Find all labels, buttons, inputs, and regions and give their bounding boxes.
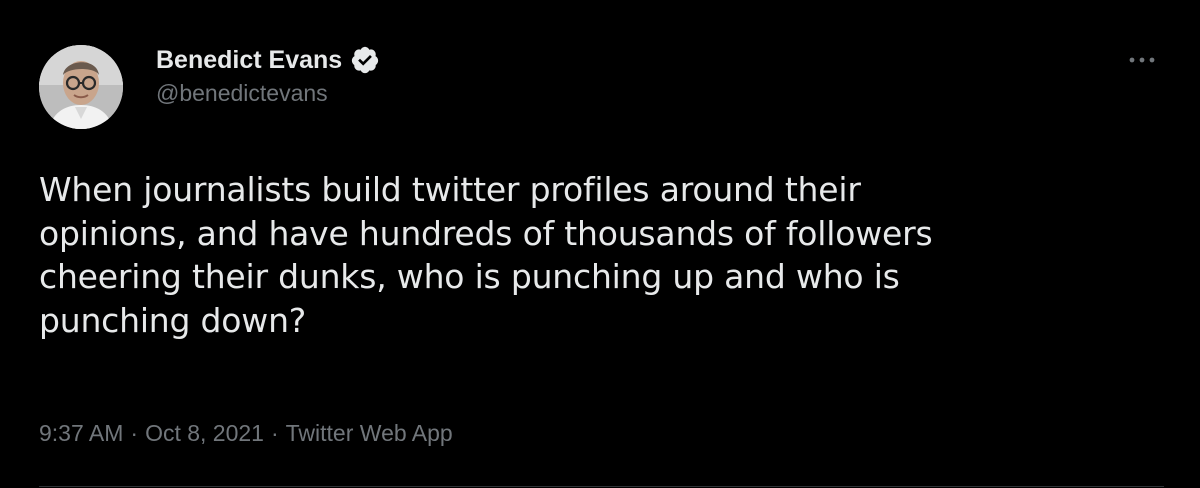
tweet-time[interactable]: 9:37 AM — [39, 420, 123, 447]
meta-separator: · — [130, 420, 139, 446]
avatar-photo — [39, 45, 123, 129]
display-name[interactable]: Benedict Evans — [156, 46, 342, 75]
tweet-date[interactable]: Oct 8, 2021 — [145, 420, 264, 447]
tweet-text: When journalists build twitter profiles … — [39, 170, 933, 340]
avatar[interactable] — [39, 45, 123, 129]
name-row: Benedict Evans — [156, 43, 380, 77]
verified-badge-icon — [350, 45, 380, 75]
tweet-metadata: 9:37 AM · Oct 8, 2021 · Twitter Web App — [39, 420, 453, 447]
more-options-icon[interactable] — [1122, 46, 1162, 74]
author-handle[interactable]: @benedictevans — [156, 80, 380, 107]
author-block: Benedict Evans @benedictevans — [156, 43, 380, 107]
tweet-card: Benedict Evans @benedictevans When journ… — [0, 0, 1200, 488]
divider — [39, 486, 1164, 487]
meta-separator: · — [270, 420, 279, 446]
tweet-source[interactable]: Twitter Web App — [286, 420, 453, 447]
